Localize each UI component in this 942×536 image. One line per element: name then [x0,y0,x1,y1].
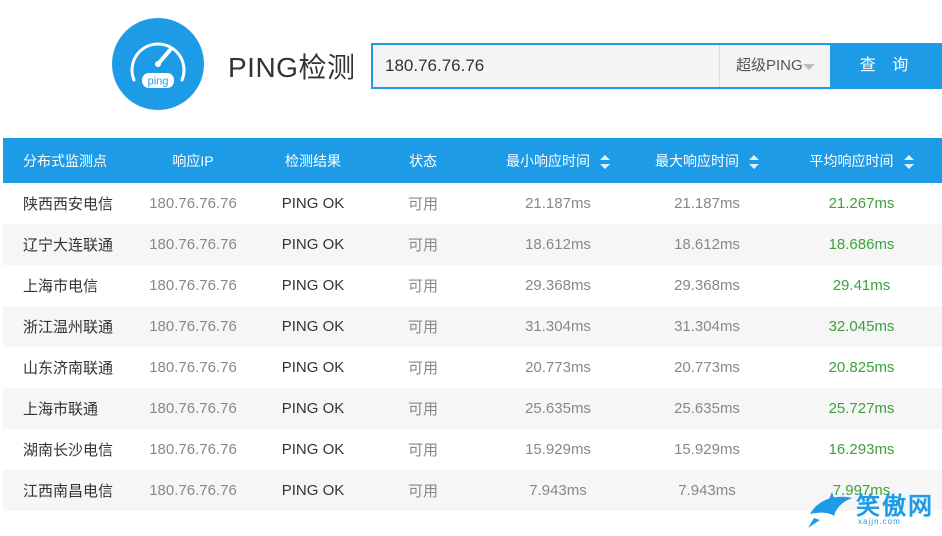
table-row: 陕西西安电信 180.76.76.76 PING OK 可用 21.187ms … [3,183,942,224]
cell-avg: 18.686ms [781,224,942,265]
cell-min: 7.943ms [483,470,633,511]
cell-max: 7.943ms [633,470,781,511]
cell-min: 21.187ms [483,183,633,224]
header-ip: 响应IP [123,138,263,183]
cell-ip: 180.76.76.76 [123,470,263,511]
header-avg-time[interactable]: 平均响应时间 [781,138,942,183]
cell-max: 18.612ms [633,224,781,265]
table-row: 上海市电信 180.76.76.76 PING OK 可用 29.368ms 2… [3,265,942,306]
logo-text: ping [148,76,169,88]
ping-mode-label: 超级PING [736,57,803,74]
sort-icon[interactable] [749,154,759,169]
cell-result: PING OK [263,306,363,347]
cell-status: 可用 [363,306,483,347]
cell-status: 可用 [363,265,483,306]
cell-result: PING OK [263,388,363,429]
header-node: 分布式监测点 [3,138,123,183]
cell-ip: 180.76.76.76 [123,388,263,429]
cell-result: PING OK [263,224,363,265]
table-row: 辽宁大连联通 180.76.76.76 PING OK 可用 18.612ms … [3,224,942,265]
cell-result: PING OK [263,183,363,224]
cell-status: 可用 [363,347,483,388]
cell-max: 25.635ms [633,388,781,429]
cell-max: 29.368ms [633,265,781,306]
cell-status: 可用 [363,183,483,224]
cell-ip: 180.76.76.76 [123,265,263,306]
search-input[interactable] [373,45,719,87]
table-row: 江西南昌电信 180.76.76.76 PING OK 可用 7.943ms 7… [3,470,942,511]
cell-status: 可用 [363,429,483,470]
cell-ip: 180.76.76.76 [123,429,263,470]
header-status: 状态 [363,138,483,183]
cell-avg: 16.293ms [781,429,942,470]
watermark: 笑傲网 xajjn.com [806,484,942,531]
watermark-subtext: xajjn.com [858,517,901,526]
table-row: 湖南长沙电信 180.76.76.76 PING OK 可用 15.929ms … [3,429,942,470]
cell-min: 20.773ms [483,347,633,388]
cell-node: 陕西西安电信 [3,183,123,224]
speedometer-logo-icon: ping [112,18,204,110]
cell-min: 29.368ms [483,265,633,306]
cell-ip: 180.76.76.76 [123,347,263,388]
table-header-row: 分布式监测点 响应IP 检测结果 状态 最小响应时间 最大响应时间 平均响应时间 [3,138,942,183]
cell-node: 湖南长沙电信 [3,429,123,470]
table-row: 浙江温州联通 180.76.76.76 PING OK 可用 31.304ms … [3,306,942,347]
cell-result: PING OK [263,470,363,511]
cell-max: 21.187ms [633,183,781,224]
cell-result: PING OK [263,265,363,306]
ping-results-table: 分布式监测点 响应IP 检测结果 状态 最小响应时间 最大响应时间 平均响应时间… [3,138,942,511]
cell-max: 20.773ms [633,347,781,388]
cell-avg: 25.727ms [781,388,942,429]
table-row: 山东济南联通 180.76.76.76 PING OK 可用 20.773ms … [3,347,942,388]
watermark-text: 笑傲网 [856,493,934,520]
cell-max: 31.304ms [633,306,781,347]
shark-logo-icon [808,492,852,528]
page-title: PING检测 [228,52,356,83]
cell-min: 15.929ms [483,429,633,470]
cell-node: 上海市联通 [3,388,123,429]
cell-min: 31.304ms [483,306,633,347]
cell-status: 可用 [363,224,483,265]
sort-icon[interactable] [600,154,610,169]
cell-max: 15.929ms [633,429,781,470]
cell-node: 辽宁大连联通 [3,224,123,265]
cell-ip: 180.76.76.76 [123,183,263,224]
cell-avg: 20.825ms [781,347,942,388]
sort-icon[interactable] [903,154,914,169]
cell-avg: 29.41ms [781,265,942,306]
cell-ip: 180.76.76.76 [123,224,263,265]
header-min-time[interactable]: 最小响应时间 [483,138,633,183]
cell-node: 浙江温州联通 [3,306,123,347]
cell-avg: 32.045ms [781,306,942,347]
ping-mode-select[interactable]: 超级PING [719,45,829,87]
cell-node: 上海市电信 [3,265,123,306]
cell-status: 可用 [363,470,483,511]
cell-result: PING OK [263,429,363,470]
cell-node: 山东济南联通 [3,347,123,388]
header-max-time[interactable]: 最大响应时间 [633,138,781,183]
cell-min: 18.612ms [483,224,633,265]
cell-result: PING OK [263,347,363,388]
chevron-down-icon [803,64,815,70]
search-bar: 超级PING 查 询 [371,43,942,89]
cell-status: 可用 [363,388,483,429]
cell-node: 江西南昌电信 [3,470,123,511]
cell-avg: 21.267ms [781,183,942,224]
table-row: 上海市联通 180.76.76.76 PING OK 可用 25.635ms 2… [3,388,942,429]
header-result: 检测结果 [263,138,363,183]
cell-ip: 180.76.76.76 [123,306,263,347]
query-button[interactable]: 查 询 [830,43,942,89]
cell-min: 25.635ms [483,388,633,429]
